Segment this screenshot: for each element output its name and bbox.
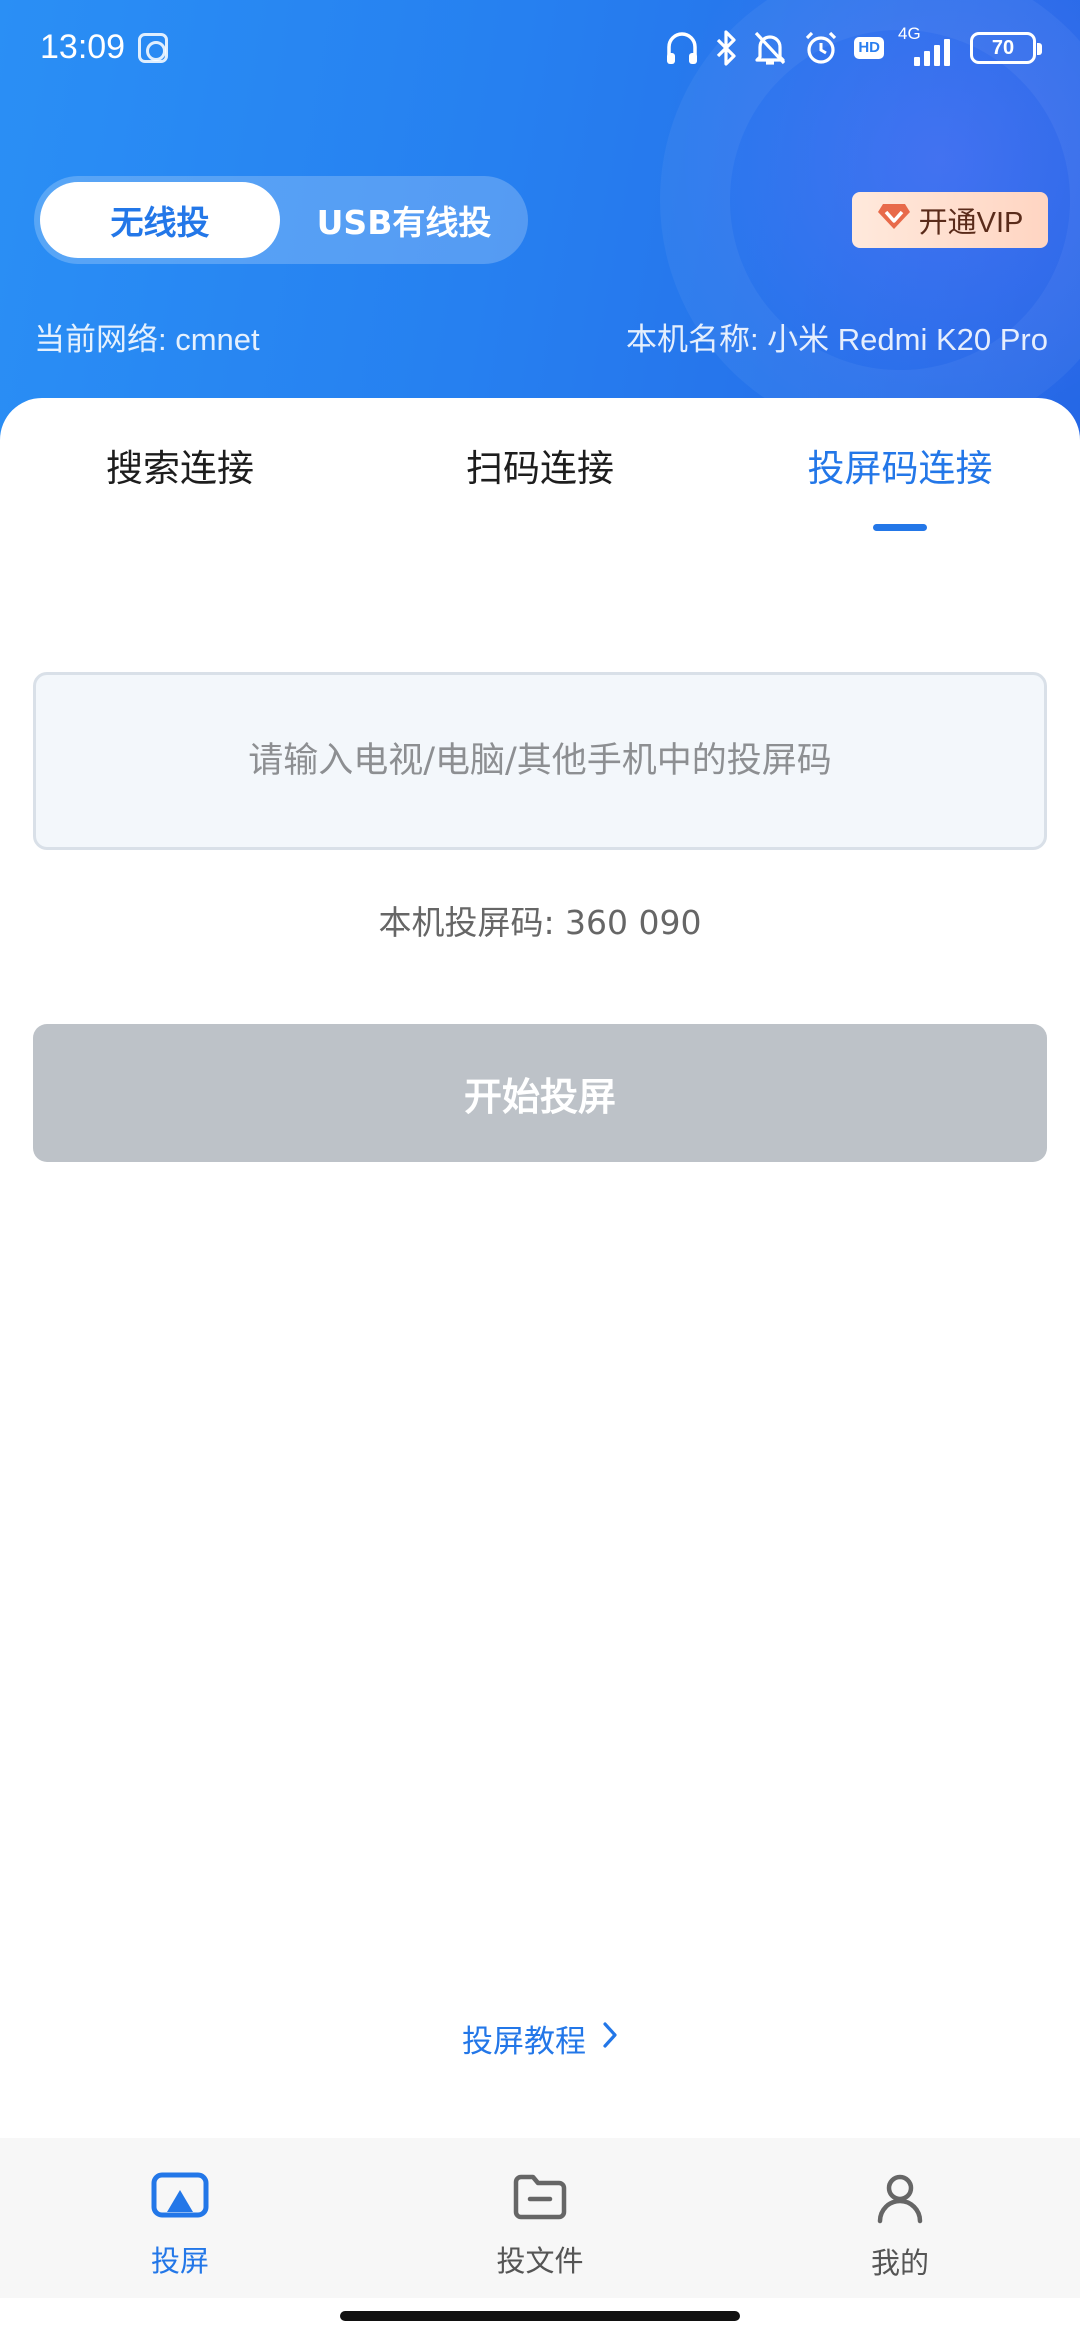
device-name-label: 本机名称: 小米 Redmi K20 Pro [625,322,1048,357]
cast-mode-toggle: 无线投 USB有线投 [34,176,528,264]
tab-scan-connect[interactable]: 扫码连接 [420,438,660,492]
cast-code-input[interactable] [33,672,1047,850]
bluetooth-icon [714,26,738,70]
nav-item-cast[interactable]: 投屏 [0,2138,360,2298]
local-cast-code: 本机投屏码: 360 090 [378,903,702,942]
cast-tutorial-link[interactable]: 投屏教程 [0,2016,1080,2061]
tab-code-connect[interactable]: 投屏码连接 [780,438,1020,492]
chevron-right-icon [602,2021,618,2057]
tab-indicator [873,524,927,531]
vip-button-label: 开通VIP [918,207,1024,239]
nav-label-cast: 投屏 [150,2244,209,2278]
home-indicator[interactable] [340,2311,740,2321]
folder-icon [512,2172,568,2226]
battery-icon: 70 [970,32,1042,64]
header: 13:09 HD 4G 70 无线投 USB有线投 开通VIP 当前网络: cm… [0,0,1080,460]
current-network-label: 当前网络: cmnet [34,322,260,357]
mute-bell-icon [752,26,788,70]
headphones-icon [664,26,700,70]
nav-item-files[interactable]: 投文件 [360,2138,720,2298]
usb-cast-option[interactable]: USB有线投 [286,182,522,258]
wireless-cast-option[interactable]: 无线投 [40,182,280,258]
alarm-icon [802,26,840,70]
battery-level: 70 [991,36,1015,59]
tutorial-link-label: 投屏教程 [462,2024,586,2060]
notification-app-icon [138,33,168,63]
hd-voice-icon: HD [854,26,884,70]
nav-label-files: 投文件 [496,2244,584,2278]
connection-tabs: 搜索连接 扫码连接 投屏码连接 [0,398,1080,538]
start-cast-button[interactable]: 开始投屏 [33,1024,1047,1162]
profile-icon [875,2172,925,2228]
content-card: 搜索连接 扫码连接 投屏码连接 本机投屏码: 360 090 开始投屏 投屏教程 [0,398,1080,2138]
bottom-nav: 投屏 投文件 我的 [0,2138,1080,2298]
status-icons: HD 4G 70 [664,24,1042,70]
cast-screen-icon [151,2172,209,2226]
status-time: 13:09 [40,28,126,66]
signal-4g-icon: 4G [898,24,956,70]
vip-button[interactable]: 开通VIP [852,192,1048,248]
status-bar: 13:09 HD 4G 70 [0,0,1080,96]
diamond-icon [877,201,911,239]
tab-search-connect[interactable]: 搜索连接 [60,438,300,492]
nav-item-profile[interactable]: 我的 [720,2138,1080,2298]
nav-label-profile: 我的 [870,2246,929,2280]
